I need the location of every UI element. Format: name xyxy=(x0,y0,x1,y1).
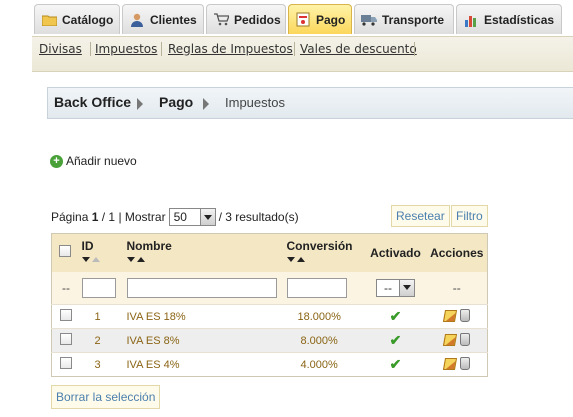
breadcrumb-root[interactable]: Back Office xyxy=(54,94,131,110)
submenu-impuestos[interactable]: Impuestos xyxy=(95,42,157,56)
select-all-checkbox[interactable] xyxy=(59,245,71,258)
cell-name: IVA ES 8% xyxy=(126,328,287,353)
chart-icon xyxy=(463,12,479,28)
per-page-select[interactable]: 50 xyxy=(168,208,216,226)
pagination: Página 1 / 1 | Mostrar 50 / 3 resultado(… xyxy=(51,208,299,226)
submenu-separator xyxy=(414,42,415,56)
breadcrumb: Back Office Pago Impuestos xyxy=(47,87,573,119)
cell-name: IVA ES 4% xyxy=(126,352,287,377)
active-check-icon[interactable]: ✔ xyxy=(390,356,402,372)
tab-label: Catálogo xyxy=(62,12,114,27)
edit-icon[interactable] xyxy=(442,309,457,322)
breadcrumb-arrow-icon xyxy=(203,98,209,110)
show-label: | Mostrar xyxy=(118,210,166,224)
column-header-conversion: Conversión xyxy=(286,239,353,253)
row-checkbox[interactable] xyxy=(60,357,72,369)
edit-icon[interactable] xyxy=(442,357,457,370)
folder-icon xyxy=(41,12,57,28)
sort-asc-icon[interactable] xyxy=(91,257,100,262)
active-check-icon[interactable]: ✔ xyxy=(390,332,402,348)
id-filter-input[interactable] xyxy=(81,277,116,298)
tab-clientes[interactable]: Clientes xyxy=(122,4,204,34)
tax-table: ID Nombre Conversión Activado Acciones -… xyxy=(51,233,488,377)
tab-pago[interactable]: Pago xyxy=(288,4,352,34)
chevron-down-icon[interactable] xyxy=(399,279,414,296)
table-row[interactable]: 3 IVA ES 4% 4.000% ✔ xyxy=(51,352,488,377)
results-count: / 3 resultado(s) xyxy=(218,210,299,224)
tab-estadisticas[interactable]: Estadísticas xyxy=(456,4,562,34)
filter-row: -- -- -- xyxy=(51,271,488,305)
table-row[interactable]: 2 IVA ES 8% 8.000% ✔ xyxy=(51,328,488,353)
main-tabbar: Catálogo Clientes Pedidos Pago Transport… xyxy=(0,0,573,36)
submenu-vales-descuento[interactable]: Vales de descuento xyxy=(300,42,417,56)
total-pages: / 1 xyxy=(101,210,116,224)
current-page: 1 xyxy=(91,210,99,224)
submenu-separator xyxy=(294,42,295,56)
add-new-label: Añadir nuevo xyxy=(66,154,137,168)
name-filter-input[interactable] xyxy=(126,277,277,298)
sort-desc-icon[interactable] xyxy=(286,257,295,262)
submenu: Divisas Impuestos Reglas de Impuestos Va… xyxy=(32,36,573,72)
column-header-active: Activado xyxy=(370,245,421,260)
cart-icon xyxy=(213,12,229,28)
per-page-value: 50 xyxy=(173,210,187,224)
sort-desc-icon[interactable] xyxy=(81,257,90,262)
cell-id: 2 xyxy=(81,328,127,353)
sort-desc-icon[interactable] xyxy=(126,257,135,262)
tab-label: Clientes xyxy=(150,12,197,27)
cell-conversion: 4.000% xyxy=(286,352,365,377)
cell-name: IVA ES 18% xyxy=(126,304,287,329)
chevron-down-icon[interactable] xyxy=(199,209,215,225)
filter-button[interactable]: Filtro xyxy=(451,205,488,227)
user-icon xyxy=(129,12,145,28)
submenu-divisas[interactable]: Divisas xyxy=(39,42,82,56)
truck-icon xyxy=(361,12,377,28)
tab-pedidos[interactable]: Pedidos xyxy=(206,4,286,34)
conversion-filter-input[interactable] xyxy=(286,277,347,298)
cell-conversion: 8.000% xyxy=(286,328,365,353)
active-filter-select[interactable]: -- xyxy=(376,278,415,297)
sort-asc-icon[interactable] xyxy=(136,257,145,262)
tab-label: Transporte xyxy=(382,12,445,27)
clear-selection-button[interactable]: Borrar la selección xyxy=(51,385,161,409)
delete-icon[interactable] xyxy=(459,332,470,346)
submenu-separator xyxy=(161,42,162,56)
column-header-name: Nombre xyxy=(126,239,172,253)
add-icon: + xyxy=(50,154,63,168)
delete-icon[interactable] xyxy=(459,356,470,370)
breadcrumb-section[interactable]: Pago xyxy=(159,94,193,110)
row-checkbox[interactable] xyxy=(60,333,72,345)
column-header-actions: Acciones xyxy=(430,245,484,260)
cell-id: 3 xyxy=(81,352,127,377)
cell-id: 1 xyxy=(81,304,127,329)
tab-label: Pago xyxy=(316,12,346,27)
delete-icon[interactable] xyxy=(459,308,470,322)
cell-conversion: 18.000% xyxy=(286,304,365,329)
payment-icon xyxy=(295,12,311,28)
tab-transporte[interactable]: Transporte xyxy=(354,4,454,34)
breadcrumb-arrow-icon xyxy=(137,98,143,110)
active-filter-value: -- xyxy=(384,280,392,295)
tab-label: Pedidos xyxy=(234,12,281,27)
row-checkbox[interactable] xyxy=(60,309,72,321)
page-label: Página xyxy=(51,210,89,224)
submenu-reglas-impuestos[interactable]: Reglas de Impuestos xyxy=(168,42,293,56)
reset-button[interactable]: Resetear xyxy=(391,205,450,227)
tab-label: Estadísticas xyxy=(484,12,555,27)
active-check-icon[interactable]: ✔ xyxy=(390,308,402,324)
tab-catalogo[interactable]: Catálogo xyxy=(34,4,120,34)
actions-filter-placeholder: -- xyxy=(452,280,461,295)
breadcrumb-current: Impuestos xyxy=(225,95,285,110)
edit-icon[interactable] xyxy=(442,333,457,346)
column-header-id: ID xyxy=(81,239,94,253)
add-new-link[interactable]: + Añadir nuevo xyxy=(50,154,137,168)
filter-placeholder: -- xyxy=(62,280,70,295)
sort-asc-icon[interactable] xyxy=(296,257,305,262)
submenu-separator xyxy=(90,42,91,56)
table-row[interactable]: 1 IVA ES 18% 18.000% ✔ xyxy=(51,304,488,329)
table-header-row: ID Nombre Conversión Activado Acciones xyxy=(51,233,488,272)
